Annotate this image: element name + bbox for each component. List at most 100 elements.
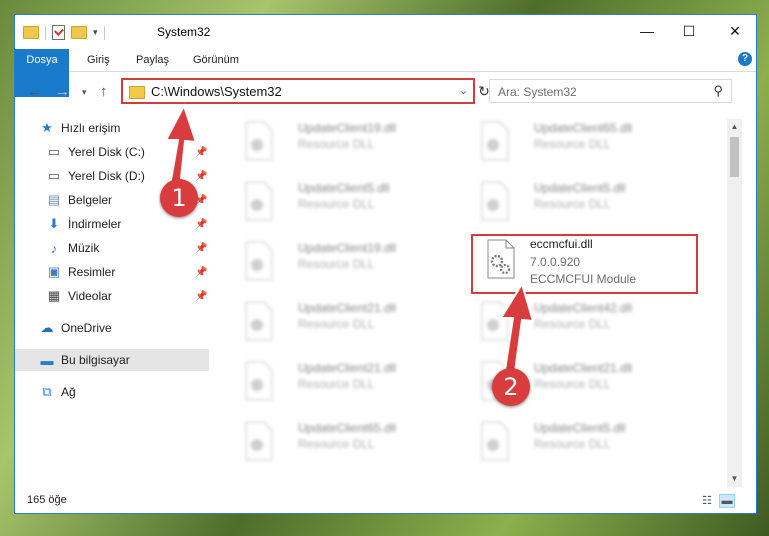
sidebar-item-videos[interactable]: ▦ Videolar 📌 (46, 285, 240, 307)
scroll-up-icon[interactable]: ▲ (727, 119, 742, 135)
star-icon: ★ (41, 120, 53, 135)
file-type: Resource DLL (534, 137, 611, 151)
file-type: Resource DLL (534, 377, 611, 391)
address-path[interactable]: C:\Windows\System32 (151, 84, 282, 99)
dll-file-icon (245, 361, 273, 401)
pin-icon[interactable]: 📌 (195, 243, 207, 254)
sidebar-item-network[interactable]: ⧉ Ağ (39, 381, 233, 403)
video-icon: ▦ (47, 288, 61, 303)
pin-icon[interactable]: 📌 (195, 147, 207, 158)
maximize-button[interactable]: ☐ (666, 15, 712, 47)
computer-icon: ▬ (40, 352, 54, 368)
new-folder-icon[interactable] (71, 26, 87, 39)
scrollbar-thumb[interactable] (730, 137, 739, 177)
ribbon-tabs: Dosya Giriş Paylaş Görünüm ? (15, 49, 756, 97)
details-view-icon[interactable]: ☷ (699, 494, 715, 508)
scroll-down-icon[interactable]: ▼ (727, 471, 742, 487)
sidebar-item-label: Resimler (68, 265, 116, 279)
file-type: Resource DLL (298, 377, 375, 391)
sidebar-item-label: Yerel Disk (C:) (68, 145, 145, 159)
file-item[interactable]: UpdateClient21.dll Resource DLL (234, 357, 464, 405)
music-icon: ♪ (50, 240, 58, 256)
sidebar-item-onedrive[interactable]: ☁ OneDrive (39, 317, 233, 339)
dll-file-icon (481, 121, 509, 161)
sidebar-item-downloads[interactable]: ⬇ İndirmeler 📌 (46, 213, 240, 235)
sidebar-item-label: Yerel Disk (D:) (68, 169, 145, 183)
dll-file-icon (245, 181, 273, 221)
search-box[interactable]: Ara: System32 ⚲ (489, 79, 732, 103)
file-item[interactable]: UpdateClient65.dll Resource DLL (234, 417, 464, 465)
minimize-button[interactable]: — (624, 15, 670, 47)
file-type: Resource DLL (298, 257, 375, 271)
file-item[interactable]: UpdateClient5.dll Resource DLL (234, 177, 464, 225)
vertical-scrollbar[interactable]: ▲ ▼ (727, 119, 742, 487)
recent-locations-icon[interactable]: ▾ (82, 87, 87, 98)
file-item[interactable]: UpdateClient19.dll Resource DLL (234, 237, 464, 285)
address-bar[interactable]: C:\Windows\System32 ⌄ (122, 79, 475, 103)
file-type: Resource DLL (534, 437, 611, 451)
divider (45, 25, 46, 40)
sidebar-item-disk-d[interactable]: ▭ Yerel Disk (D:) 📌 (46, 165, 240, 187)
item-count: 165 öğe (27, 494, 67, 506)
file-item[interactable]: UpdateClient21.dll Resource DLL (234, 297, 464, 345)
dll-file-icon (245, 421, 273, 461)
status-bar: 165 öğe ☷ ▬ (15, 492, 756, 513)
file-name: UpdateClient5.dll (534, 181, 626, 195)
large-icons-view-icon[interactable]: ▬ (719, 494, 735, 508)
pin-icon[interactable]: 📌 (195, 171, 207, 182)
sidebar-item-disk-c[interactable]: ▭ Yerel Disk (C:) 📌 (46, 141, 240, 163)
sidebar-item-label: Belgeler (68, 193, 113, 207)
sidebar-item-label: İndirmeler (68, 217, 122, 231)
divider (103, 25, 105, 40)
sidebar-item-quick-access[interactable]: ★ Hızlı erişim (39, 117, 233, 139)
sidebar-item-label: Hızlı erişim (61, 121, 121, 135)
forward-button[interactable]: → (55, 83, 70, 100)
chevron-down-icon[interactable]: ⌄ (459, 84, 468, 97)
file-item[interactable]: UpdateClient5.dll Resource DLL (470, 417, 700, 465)
pin-icon[interactable]: 📌 (195, 219, 207, 230)
properties-icon[interactable] (52, 25, 65, 40)
pin-icon[interactable]: 📌 (195, 291, 207, 302)
file-name: UpdateClient19.dll (298, 121, 397, 135)
file-highlight (471, 234, 698, 294)
search-placeholder[interactable]: Ara: System32 (498, 85, 577, 99)
sidebar-item-label: Müzik (68, 241, 100, 255)
up-button[interactable]: ↑ (100, 83, 108, 100)
sidebar-item-label: OneDrive (61, 321, 112, 335)
step-1-badge: 1 (160, 179, 198, 217)
customize-qat-icon[interactable]: ▾ (93, 27, 98, 38)
close-button[interactable]: ✕ (712, 15, 756, 47)
dll-file-icon (245, 241, 273, 281)
tab-view[interactable]: Görünüm (193, 49, 239, 71)
file-type: Resource DLL (298, 137, 375, 151)
step-2-badge: 2 (492, 368, 530, 406)
pictures-icon: ▣ (47, 264, 61, 279)
sidebar-item-this-pc[interactable]: ▬ Bu bilgisayar (15, 349, 209, 371)
sidebar-item-documents[interactable]: ▤ Belgeler 📌 (46, 189, 240, 211)
navigation-pane: ★ Hızlı erişim ▭ Yerel Disk (C:) 📌 ▭ Yer… (15, 115, 209, 487)
dll-file-icon (245, 301, 273, 341)
file-item[interactable]: UpdateClient65.dll Resource DLL (470, 117, 700, 165)
search-icon[interactable]: ⚲ (713, 83, 723, 99)
file-name: UpdateClient65.dll (298, 421, 397, 435)
sidebar-item-label: Ağ (61, 385, 76, 399)
sidebar-item-pictures[interactable]: ▣ Resimler 📌 (46, 261, 240, 283)
sidebar-item-music[interactable]: ♪ Müzik 📌 (46, 237, 240, 259)
file-type: Resource DLL (298, 437, 375, 451)
help-icon[interactable]: ? (738, 52, 752, 66)
file-list: UpdateClient19.dll Resource DLL UpdateCl… (220, 115, 725, 485)
file-item[interactable]: UpdateClient19.dll Resource DLL (234, 117, 464, 165)
dll-file-icon (481, 421, 509, 461)
folder-icon (129, 86, 145, 99)
navigation-bar: ← → ▾ ↑ C:\Windows\System32 ⌄ ↻ Ara: Sys… (15, 78, 756, 106)
back-button[interactable]: ← (27, 83, 42, 100)
file-name: UpdateClient21.dll (298, 301, 397, 315)
drive-icon: ▭ (47, 144, 61, 159)
tab-share[interactable]: Paylaş (136, 49, 169, 71)
quick-access-toolbar: ▾ (23, 25, 105, 40)
pin-icon[interactable]: 📌 (195, 267, 207, 278)
tab-home[interactable]: Giriş (87, 49, 110, 71)
file-item[interactable]: UpdateClient5.dll Resource DLL (470, 177, 700, 225)
dll-file-icon (481, 181, 509, 221)
file-item[interactable]: UpdateClient42.dll Resource DLL (470, 297, 700, 345)
